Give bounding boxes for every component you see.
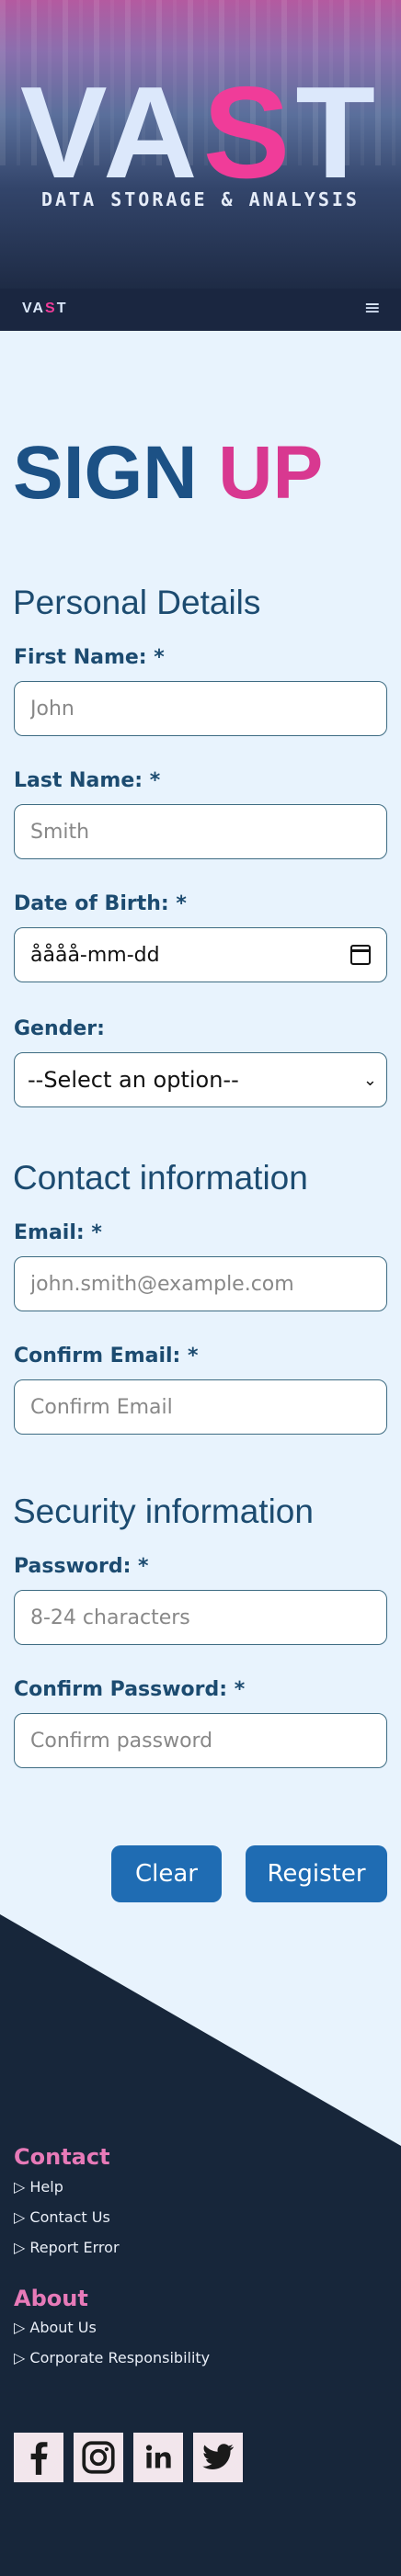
password-field[interactable]: [14, 1590, 387, 1645]
dob-date-input[interactable]: åååå-mm-dd: [14, 927, 387, 982]
footer-link-contact-us[interactable]: ▷ Contact Us: [14, 2208, 110, 2226]
gender-label: Gender:: [14, 1017, 105, 1040]
dob-label: Date of Birth: *: [14, 892, 187, 915]
hero-logo: VAST: [19, 60, 382, 206]
confirm-email-label: Confirm Email: *: [14, 1345, 199, 1367]
section-heading-contact: Contact information: [13, 1159, 308, 1197]
twitter-icon[interactable]: [193, 2433, 243, 2482]
footer-link-about-us[interactable]: ▷ About Us: [14, 2319, 97, 2336]
email-label: Email: *: [14, 1221, 102, 1244]
linkedin-icon[interactable]: [133, 2433, 183, 2482]
footer-about-heading: About: [14, 2286, 88, 2311]
confirm-password-field[interactable]: [14, 1713, 387, 1768]
hero-tagline: DATA STORAGE & ANALYSIS: [41, 188, 360, 210]
hamburger-icon[interactable]: ≡: [364, 297, 381, 320]
confirm-password-label: Confirm Password: *: [14, 1678, 246, 1701]
section-heading-personal: Personal Details: [13, 584, 261, 621]
last-name-input[interactable]: [14, 804, 387, 859]
footer-link-corporate-responsibility[interactable]: ▷ Corporate Responsibility: [14, 2349, 210, 2366]
dob-value: åååå-mm-dd: [30, 943, 160, 967]
footer-link-report-error[interactable]: ▷ Report Error: [14, 2239, 120, 2256]
instagram-icon[interactable]: [74, 2433, 123, 2482]
hero-banner: VAST DATA STORAGE & ANALYSIS: [0, 0, 401, 289]
first-name-input[interactable]: [14, 681, 387, 736]
section-heading-security: Security information: [13, 1492, 314, 1530]
nav-brand-logo[interactable]: VAST: [22, 301, 68, 317]
confirm-email-field[interactable]: [14, 1379, 387, 1435]
last-name-label: Last Name: *: [14, 769, 161, 792]
top-nav-bar: VAST ≡: [0, 289, 401, 331]
footer-contact-heading: Contact: [14, 2144, 110, 2170]
page-title: SIGN UP: [13, 431, 324, 515]
chevron-down-icon: ⌄: [362, 1070, 377, 1090]
footer-link-help[interactable]: ▷ Help: [14, 2178, 63, 2196]
calendar-icon[interactable]: [350, 945, 371, 965]
password-label: Password: *: [14, 1555, 149, 1578]
clear-button[interactable]: Clear: [111, 1845, 222, 1902]
gender-selected-value: --Select an option--: [28, 1067, 239, 1093]
facebook-icon[interactable]: [14, 2433, 63, 2482]
gender-select[interactable]: --Select an option-- ⌄: [14, 1052, 387, 1107]
register-button[interactable]: Register: [246, 1845, 387, 1902]
first-name-label: First Name: *: [14, 646, 165, 669]
email-field[interactable]: [14, 1256, 387, 1311]
